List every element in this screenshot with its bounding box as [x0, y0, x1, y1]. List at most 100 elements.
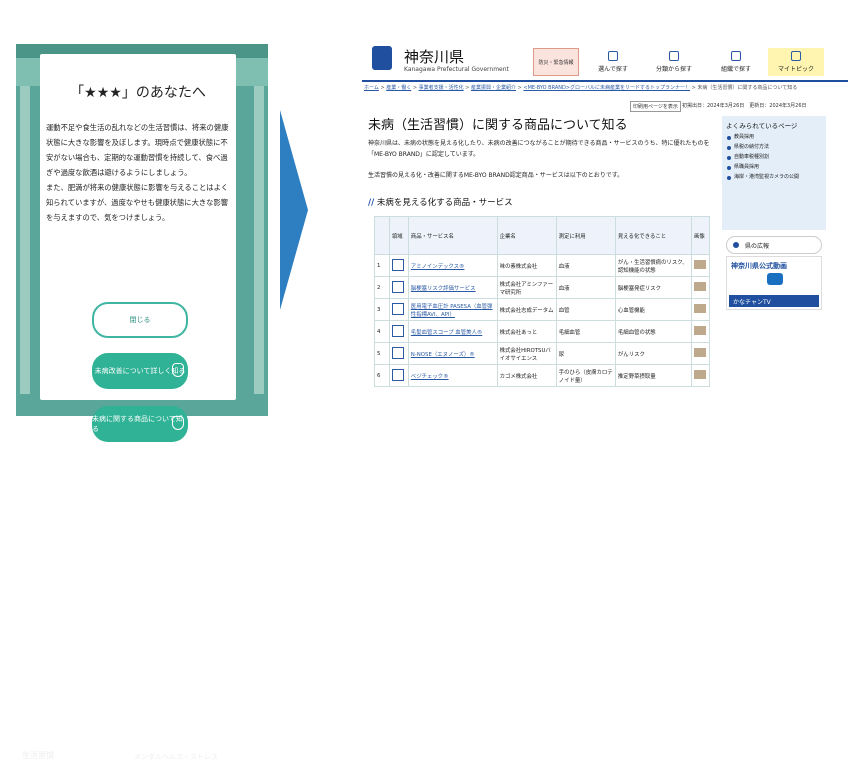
nav-my-topic[interactable]: マイトピック	[768, 48, 824, 76]
image-cell	[690, 276, 711, 299]
nav-category-search[interactable]: 分類から探す	[644, 48, 704, 76]
site-subtitle: Kanagawa Prefectural Government	[404, 66, 509, 73]
visible-cell: がんリスク	[614, 342, 692, 365]
breadcrumb-item[interactable]: 産業振興・企業紹介	[471, 85, 516, 91]
breadcrumb-item[interactable]: 事業者支援・活性化	[419, 85, 464, 91]
row-number: 5	[374, 342, 390, 365]
product-image[interactable]	[693, 282, 706, 291]
product-link[interactable]: N-NOSE（エヌノーズ）®	[411, 352, 475, 358]
web-page: 神奈川県 Kanagawa Prefectural Government 防災・…	[362, 44, 848, 436]
product-cell: ベジチェック®	[407, 364, 498, 387]
domain-badge-icon	[391, 258, 404, 271]
table-header-row: 領域 商品・サービス名 企業名 測定に利用 見える化できること 画像	[374, 216, 711, 255]
product-image[interactable]	[693, 260, 706, 269]
popular-page-link[interactable]: 自動車税種別割	[726, 154, 822, 161]
measure-cell: 血液	[555, 254, 616, 277]
mytopic-icon	[791, 51, 801, 61]
emergency-info-button[interactable]: 防災・緊急情報	[533, 48, 579, 76]
learn-more-button[interactable]: 未病改善について詳しく知る	[92, 353, 188, 389]
domain-cell	[388, 276, 409, 299]
play-icon	[767, 273, 783, 285]
app-side-strip-left	[20, 86, 30, 396]
product-link[interactable]: アミノインデックス®	[411, 264, 465, 270]
popular-pages-box: よくみられているページ 教員採用 県税の納付方法 自動車税種別割 県職員採用 海…	[722, 116, 826, 230]
domain-cell	[388, 298, 409, 321]
measure-cell: 尿	[555, 342, 616, 365]
page-title: 未病（生活習慣）に関する商品について知る	[368, 118, 628, 133]
breadcrumb-item[interactable]: ホーム	[364, 85, 379, 91]
organization-icon	[731, 51, 741, 61]
nav-label: 組織で探す	[720, 66, 751, 73]
row-number: 2	[374, 276, 390, 299]
nav-label: 分類から探す	[655, 66, 692, 73]
company-cell: 株式会社志成データム	[496, 298, 557, 321]
product-link[interactable]: ベジチェック®	[411, 374, 449, 380]
section-marker-icon: //	[368, 198, 375, 208]
nav-organization-search[interactable]: 組織で探す	[708, 48, 764, 76]
visible-cell: 心血管機能	[614, 298, 692, 321]
row-number: 6	[374, 364, 390, 387]
domain-badge-icon	[391, 324, 404, 337]
arrow-right-icon	[280, 110, 308, 310]
domain-badge-icon	[391, 368, 404, 381]
visible-cell: 毛細血管の状態	[614, 320, 692, 343]
footer-left-label: 生活習慣	[22, 751, 54, 760]
section-title-text: 未病を見える化する商品・サービス	[376, 198, 513, 208]
product-image[interactable]	[693, 326, 706, 335]
kanagawa-logo-icon[interactable]	[372, 46, 392, 70]
product-cell: 毛髪血管スコープ 血管美人®	[407, 320, 498, 343]
video-title: 神奈川県公式動画	[731, 262, 787, 270]
product-image[interactable]	[693, 370, 706, 379]
table-row: 6 ベジチェック® カゴメ株式会社 手のひら（皮膚カロテノイド量） 推定野菜摂取量	[374, 364, 711, 387]
product-link[interactable]: 脳梗塞リスク評価サービス	[411, 286, 476, 292]
result-modal: 「★★★」のあなたへ 運動不足や食生活の乱れなどの生活習慣は、将来の健康状態に大…	[40, 54, 236, 442]
print-page-button[interactable]: 印刷用ページを表示	[630, 101, 681, 112]
popular-page-link[interactable]: 県職員採用	[726, 164, 822, 171]
close-button[interactable]: 閉じる	[92, 302, 188, 338]
product-cell: 医用電子血圧計 PASESA（血管弾性指標AVI、API）	[407, 298, 498, 321]
official-video-banner[interactable]: 神奈川県公式動画 かなチャンTV	[726, 256, 822, 310]
visible-cell: がん・生活習慣病のリスク、認知機能の状態	[614, 254, 692, 277]
app-side-strip-right	[254, 86, 264, 396]
pref-pr-link[interactable]: 県の広報	[726, 236, 822, 254]
product-cell: アミノインデックス®	[407, 254, 498, 277]
breadcrumb-current: 未病（生活習慣）に関する商品について知る	[697, 85, 798, 91]
row-number: 4	[374, 320, 390, 343]
product-cell: 脳梗塞リスク評価サービス	[407, 276, 498, 299]
category-icon	[669, 51, 679, 61]
nav-select-search[interactable]: 選んで探す	[586, 48, 640, 76]
product-image[interactable]	[693, 304, 706, 313]
modal-title: 「★★★」のあなたへ	[70, 85, 206, 101]
row-number: 3	[374, 298, 390, 321]
header-divider	[362, 80, 848, 82]
breadcrumb-item[interactable]: 産業・働く	[386, 85, 411, 91]
table-header-cell	[374, 216, 390, 255]
breadcrumb-item[interactable]: <ME-BYO BRAND>グローバルに未病産業をリードするトップランナー！	[523, 85, 690, 91]
intro-text-2: 生活習慣の見える化・改善に関するME-BYO BRAND認定商品・サービスは以下…	[368, 172, 624, 179]
company-cell: カゴメ株式会社	[496, 364, 557, 387]
domain-badge-icon	[391, 280, 404, 293]
nav-label: 選んで探す	[598, 66, 628, 73]
measure-cell: 毛細血管	[555, 320, 616, 343]
table-row: 5 N-NOSE（エヌノーズ）® 株式会社HIROTSUバイオサイエンス尿がんリスク	[374, 342, 711, 365]
product-cell: N-NOSE（エヌノーズ）®	[407, 342, 498, 365]
hand-pointer-icon	[172, 416, 184, 430]
visible-cell: 脳梗塞発症リスク	[614, 276, 692, 299]
table-header-cell: 企業名	[496, 216, 557, 255]
product-link[interactable]: 医用電子血圧計 PASESA（血管弾性指標AVI、API）	[411, 304, 493, 318]
table-header-cell: 領域	[388, 216, 409, 255]
popular-pages-title: よくみられているページ	[726, 122, 798, 130]
popular-page-link[interactable]: 海岸・港湾監視カメラの公開	[726, 174, 822, 181]
footer-right-label: メンタルヘルス・ストレス	[134, 753, 218, 761]
measure-cell: 血液	[555, 276, 616, 299]
popular-page-link[interactable]: 教員採用	[726, 134, 822, 141]
product-link[interactable]: 毛髪血管スコープ 血管美人®	[411, 330, 482, 336]
table-header-cell: 画像	[690, 216, 711, 255]
products-button[interactable]: 未病に関する商品について知る	[92, 406, 188, 442]
popular-page-link[interactable]: 県税の納付方法	[726, 144, 822, 151]
company-cell: 味の素株式会社	[496, 254, 557, 277]
product-image[interactable]	[693, 348, 706, 357]
products-table: 領域 商品・サービス名 企業名 測定に利用 見える化できること 画像 1 アミノイ…	[374, 216, 711, 387]
site-name[interactable]: 神奈川県	[404, 46, 464, 67]
domain-cell	[388, 320, 409, 343]
